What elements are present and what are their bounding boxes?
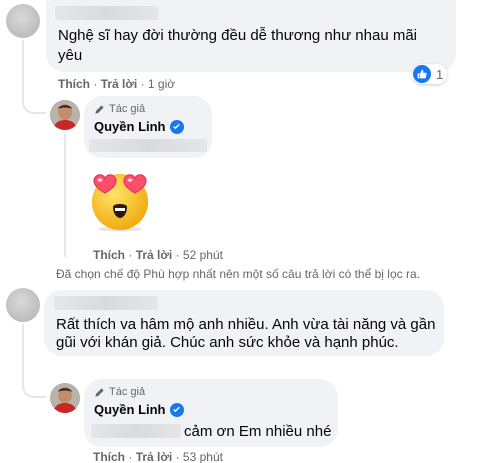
like-link[interactable]: Thích bbox=[93, 248, 125, 262]
like-link[interactable]: Thích bbox=[58, 77, 90, 91]
author-avatar[interactable] bbox=[50, 100, 80, 130]
reply-actions: Thích · Trả lời · 52 phút bbox=[93, 248, 223, 262]
pencil-icon bbox=[95, 387, 104, 397]
commenter-avatar[interactable] bbox=[6, 4, 40, 38]
timestamp[interactable]: 52 phút bbox=[183, 248, 223, 262]
redacted-commenter-name[interactable] bbox=[55, 6, 158, 20]
reply-actions: Thích · Trả lời · 53 phút bbox=[93, 450, 223, 463]
author-avatar[interactable] bbox=[50, 383, 80, 413]
comment-text-line1: Rất thích va hâm mộ anh nhiều. Anh vừa t… bbox=[56, 316, 436, 333]
verified-check-icon bbox=[169, 119, 184, 134]
reply-link[interactable]: Trả lời bbox=[136, 248, 173, 262]
author-badge: Tác giả bbox=[94, 103, 145, 115]
heart-eyes-emoji-sticker bbox=[82, 168, 158, 232]
redacted-commenter-name[interactable] bbox=[54, 296, 158, 310]
comment-text-line2: yêu bbox=[58, 47, 83, 64]
author-tag-text: Tác giả bbox=[109, 386, 146, 398]
thread-connector bbox=[22, 324, 46, 398]
like-link[interactable]: Thích bbox=[93, 450, 125, 463]
author-tag-text: Tác giả bbox=[109, 103, 146, 115]
redacted-text-prefix bbox=[91, 424, 181, 438]
comment-text-line2: gũi với khán giả. Chúc anh sức khỏe và h… bbox=[56, 334, 399, 351]
redacted-reply-text bbox=[89, 139, 207, 152]
filter-notice: Đã chọn chế độ Phù hợp nhất nên một số c… bbox=[56, 267, 420, 281]
reaction-count: 1 bbox=[436, 66, 444, 82]
verified-check-icon bbox=[169, 402, 184, 417]
pencil-icon bbox=[95, 104, 104, 114]
timestamp[interactable]: 1 giờ bbox=[148, 77, 175, 91]
thumbs-up-icon bbox=[413, 65, 431, 83]
author-name-text[interactable]: Quyền Linh bbox=[94, 119, 166, 134]
reply-link[interactable]: Trả lời bbox=[101, 77, 138, 91]
commenter-avatar[interactable] bbox=[6, 288, 40, 322]
author-badge: Tác giả bbox=[94, 386, 145, 398]
reply-text: cảm ơn Em nhiều nhé bbox=[184, 423, 332, 440]
timestamp[interactable]: 53 phút bbox=[183, 450, 223, 463]
thread-connector bbox=[22, 40, 46, 114]
author-name[interactable]: Quyền Linh bbox=[94, 119, 184, 134]
reaction-badge[interactable]: 1 bbox=[412, 64, 448, 84]
comment-text-line1: Nghệ sĩ hay đời thường đều dễ thương như… bbox=[58, 27, 418, 44]
author-name[interactable]: Quyền Linh bbox=[94, 402, 184, 417]
comment-actions: Thích · Trả lời · 1 giờ bbox=[58, 77, 176, 91]
reply-link[interactable]: Trả lời bbox=[136, 450, 173, 463]
thread-line bbox=[64, 134, 66, 257]
author-name-text[interactable]: Quyền Linh bbox=[94, 402, 166, 417]
